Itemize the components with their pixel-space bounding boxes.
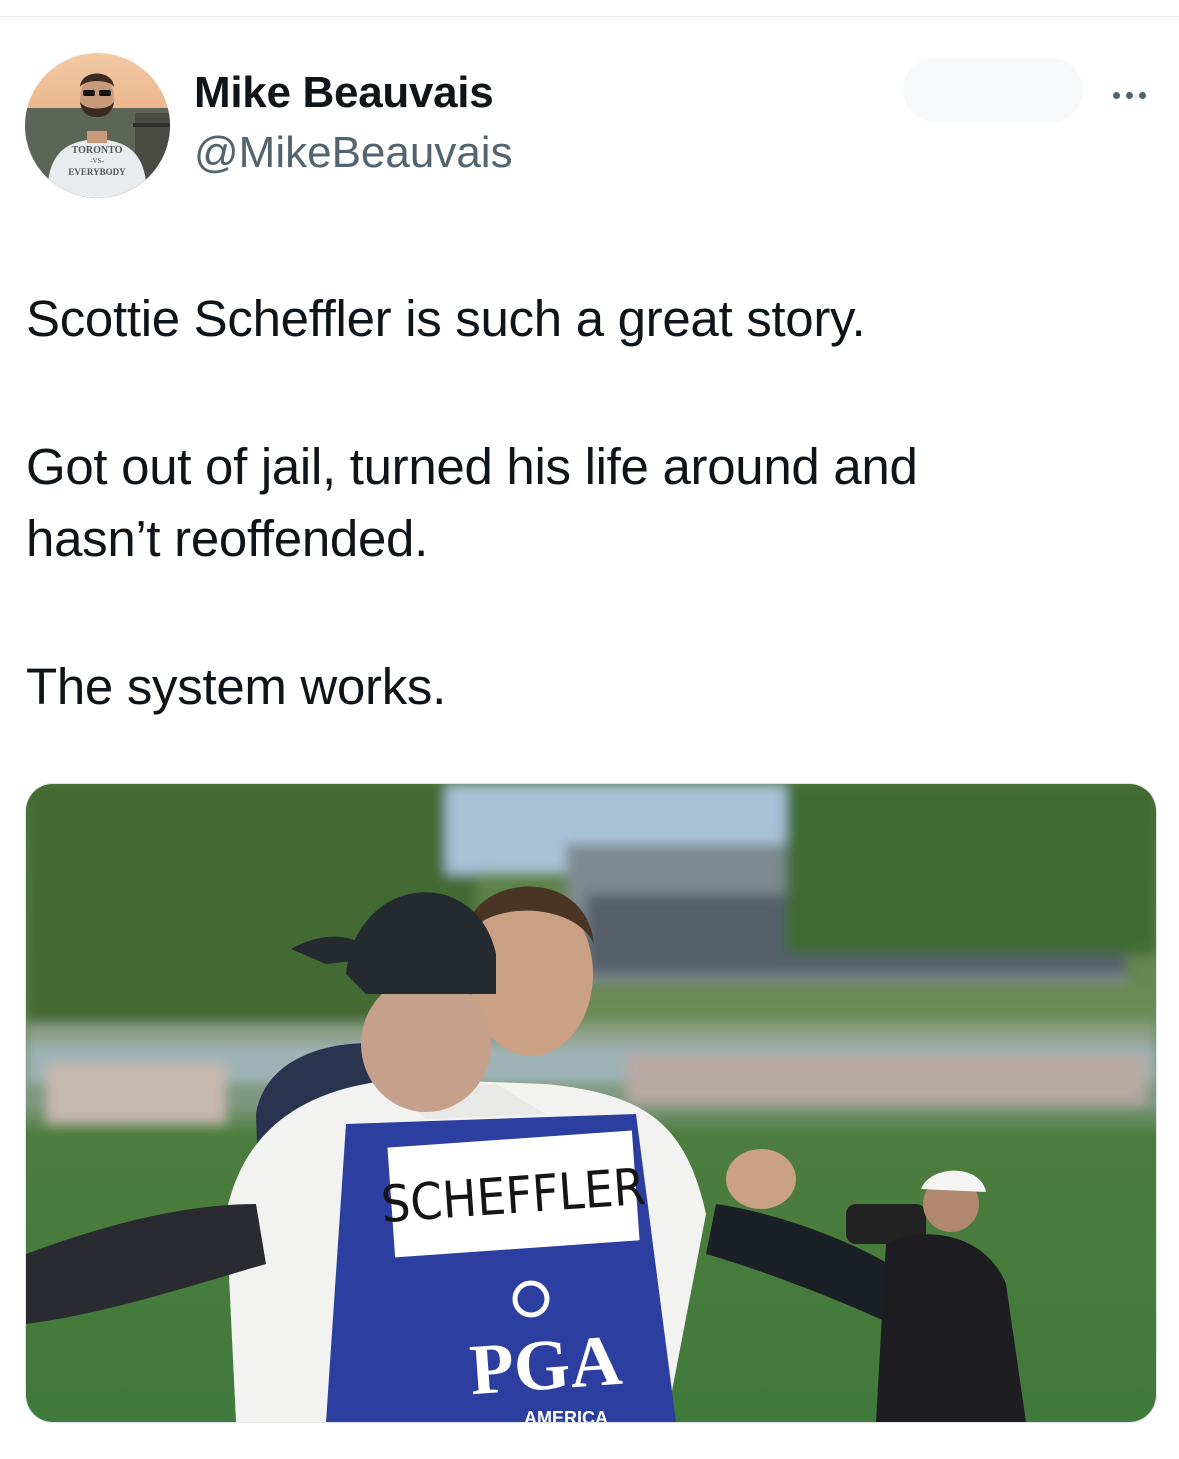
avatar-shirt-line-2: -VS-: [90, 157, 104, 165]
top-divider: [0, 16, 1179, 17]
follow-button[interactable]: [903, 58, 1083, 122]
tweet-line: Scottie Scheffler is such a great story.: [26, 290, 866, 347]
tweet-line: The system works.: [26, 658, 446, 715]
author-handle[interactable]: @MikeBeauvais: [194, 128, 513, 178]
tweet-text: Scottie Scheffler is such a great story.…: [26, 283, 1146, 723]
more-horizontal-icon[interactable]: [1104, 80, 1154, 110]
avatar-shirt-line-3: EVERYBODY: [68, 167, 126, 177]
avatar-shirt-line-1: TORONTO: [72, 145, 123, 156]
author-name[interactable]: Mike Beauvais: [194, 68, 494, 118]
avatar[interactable]: TORONTO -VS- EVERYBODY: [25, 53, 170, 198]
tweet-media-image[interactable]: SCHEFFLER PGA AMERICA: [25, 783, 1157, 1423]
caddie-bib-logo: PGA: [467, 1320, 624, 1410]
tweet-line: Got out of jail, turned his life around …: [26, 438, 918, 495]
caddie-bib-sub: AMERICA: [524, 1408, 608, 1422]
tweet-line: hasn’t reoffended.: [26, 510, 428, 567]
